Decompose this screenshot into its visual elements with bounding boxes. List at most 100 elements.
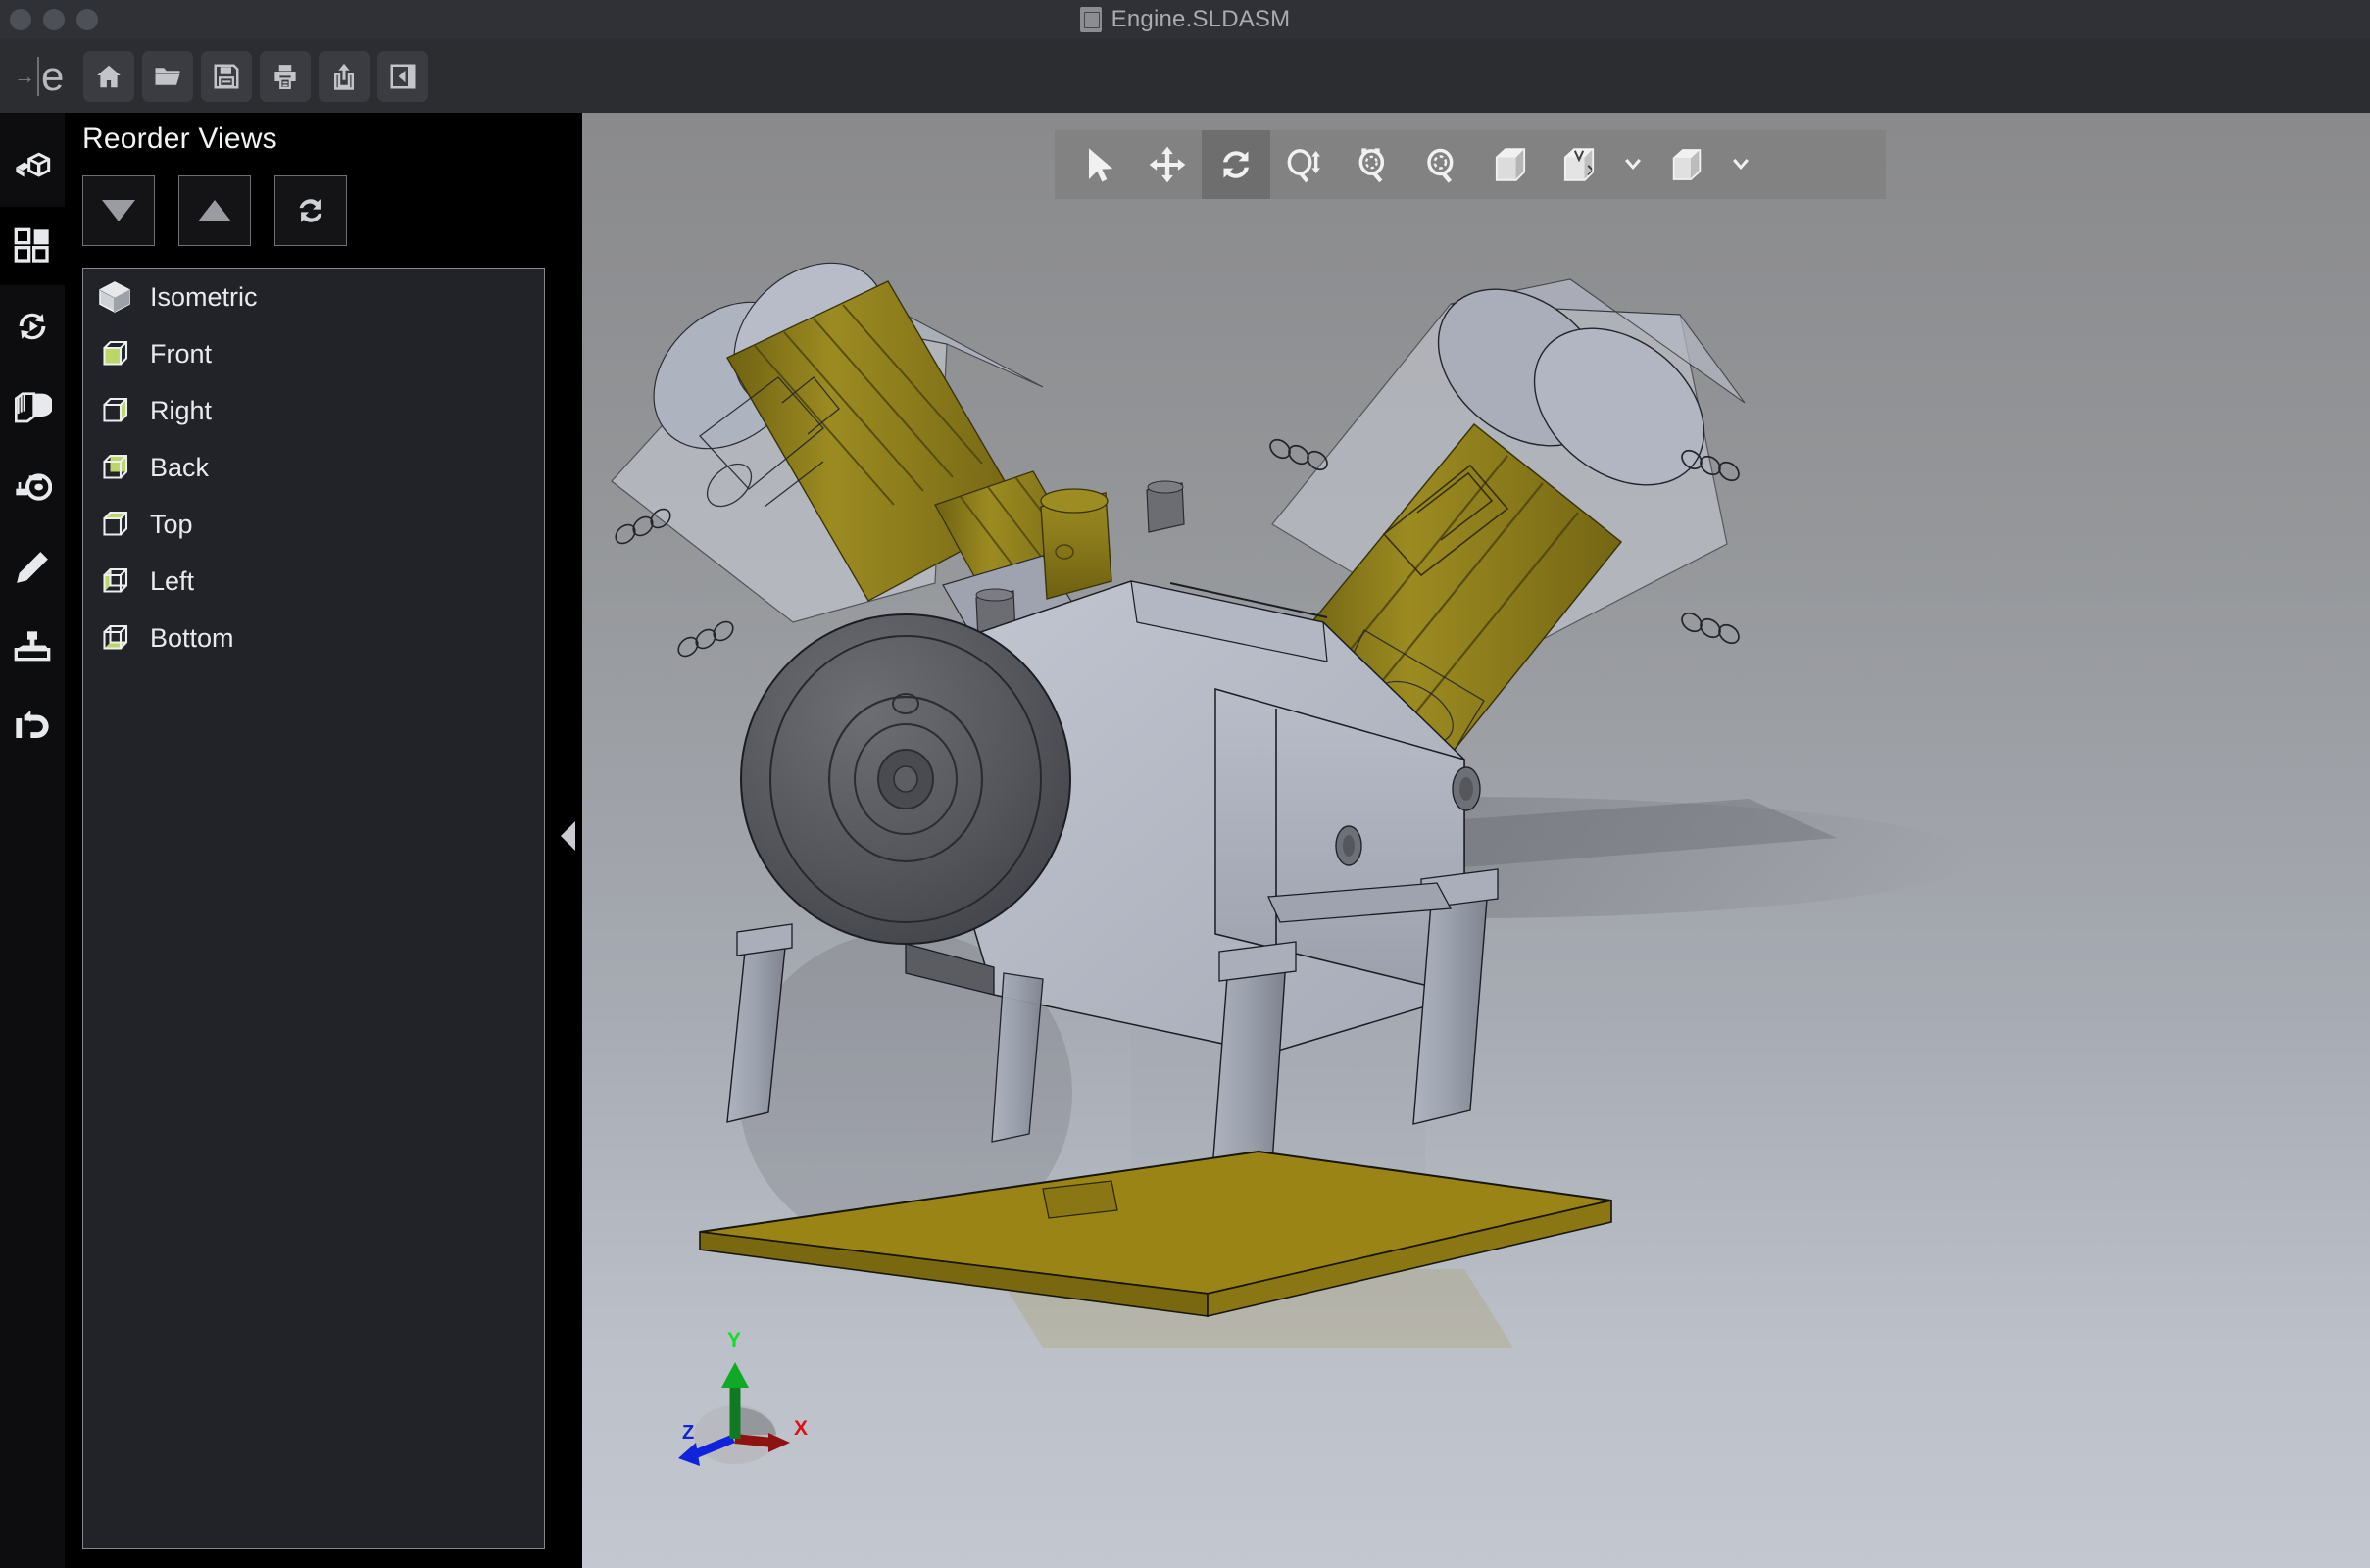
view-item-label: Back [150,452,210,482]
reset-order-button[interactable] [274,175,347,246]
assembly-document-icon [1079,7,1102,32]
section-view-icon [15,392,52,423]
stamp-icon [14,631,51,662]
view-item-label: Left [150,565,195,596]
display-style-chevron[interactable] [1613,130,1653,199]
view-item-right[interactable]: Right [83,382,544,439]
cursor-arrow-icon [1089,148,1113,182]
export-button[interactable] [319,50,370,102]
zoom-to-fit-tool[interactable] [1339,130,1407,199]
shaded-view-tool[interactable] [1476,130,1545,199]
view-item-label: Bottom [150,622,234,653]
triad-z-label: Z [682,1422,694,1444]
pan-tool[interactable] [1133,130,1202,199]
collapse-panel-icon [390,64,416,88]
grid-views-icon [14,227,49,263]
panel-title: Reorder Views [82,122,277,155]
select-tool[interactable] [1064,130,1133,199]
sidebar-history[interactable] [0,689,65,767]
sidebar-measure[interactable] [0,448,65,526]
triangle-up-icon [198,200,231,221]
triad-y-label: Y [727,1329,741,1351]
sidebar-icon-rail [0,113,65,1568]
printer-icon [274,64,296,89]
save-button[interactable] [201,50,253,102]
toggle-panel-button[interactable] [377,50,429,102]
home-button[interactable] [83,50,135,102]
reorder-views-panel: Reorder Views Isometric Front Right Back… [65,113,582,1568]
view-item-bottom[interactable]: Bottom [83,610,544,666]
floppy-save-icon [214,64,239,88]
undo-history-icon [16,710,49,738]
sidebar-model-tree[interactable] [0,126,65,205]
triad-x-label: X [794,1417,808,1440]
3d-viewport[interactable]: Z X Y [582,113,2370,1568]
view-item-label: Front [150,338,213,368]
chevron-down-icon [1625,159,1641,170]
zoom-area-tool[interactable] [1407,130,1476,199]
title-center-group: Engine.SLDASM [0,0,2370,39]
view-item-isometric[interactable]: Isometric [83,269,544,325]
print-button[interactable] [260,50,312,102]
chevron-down-icon [1733,159,1749,170]
title-bar: Engine.SLDASM [0,0,2370,39]
cube-top-icon [103,511,128,536]
application-window: Engine.SLDASM → e Reorder Views Isometri… [0,0,2370,1568]
pan-move-icon [1149,146,1186,183]
sidebar-views[interactable] [0,207,65,285]
pencil-markup-icon [17,552,48,583]
view-item-label: Isometric [150,281,258,312]
sidebar-animation[interactable] [0,287,65,366]
rotate-refresh-icon [1223,151,1249,178]
zoom-area-icon [1427,148,1454,183]
panel-action-buttons [82,175,347,246]
move-up-button[interactable] [178,175,251,246]
animation-play-icon [19,313,46,340]
folder-open-icon [155,67,180,85]
open-button[interactable] [142,50,194,102]
axis-triad: Z X Y [678,1329,808,1466]
logo-divider [37,56,39,96]
zoom-updown-icon [1287,149,1320,183]
cube-right-icon [103,397,128,422]
sidebar-stamp[interactable] [0,609,65,687]
collapse-left-arrow-icon[interactable] [561,821,575,851]
cube-left-icon [103,567,128,593]
v-twin-engine-assembly [611,262,1974,1348]
view-item-front[interactable]: Front [83,325,544,382]
cube-back-icon [103,454,128,479]
viewport-toolbar [1055,130,1886,199]
share-upload-icon [334,63,355,90]
home-icon [97,65,122,87]
view-item-left[interactable]: Left [83,553,544,610]
assembly-model-icon [16,152,51,177]
appearance-tool[interactable] [1653,130,1721,199]
view-item-back[interactable]: Back [83,439,544,496]
view-item-label: Top [150,509,193,539]
app-logo: → e [8,52,70,99]
rotate-tool[interactable] [1202,130,1270,199]
display-style-icon [1563,148,1595,181]
cube-bottom-icon [103,624,128,650]
shaded-box-icon [1495,148,1526,181]
appearance-box-icon [1672,149,1702,180]
zoom-in-out-tool[interactable] [1270,130,1339,199]
view-item-top[interactable]: Top [83,496,544,553]
refresh-reset-icon [299,199,322,222]
logo-arrow-glyph: → [14,63,35,88]
sidebar-section[interactable] [0,368,65,446]
move-down-button[interactable] [82,175,155,246]
sidebar-markup[interactable] [0,528,65,607]
measure-tape-icon [16,473,52,501]
cube-isometric-icon [99,281,130,313]
cube-front-icon [103,340,128,366]
display-style-tool[interactable] [1545,130,1613,199]
zoom-fit-icon [1358,148,1385,183]
main-toolbar: → e [0,39,2370,113]
window-title: Engine.SLDASM [1111,6,1291,32]
logo-letter: e [41,52,65,99]
triangle-down-icon [102,200,135,221]
view-item-label: Right [150,395,213,425]
appearance-chevron[interactable] [1721,130,1760,199]
views-list[interactable]: Isometric Front Right Back Top Left Bott… [82,268,545,1549]
